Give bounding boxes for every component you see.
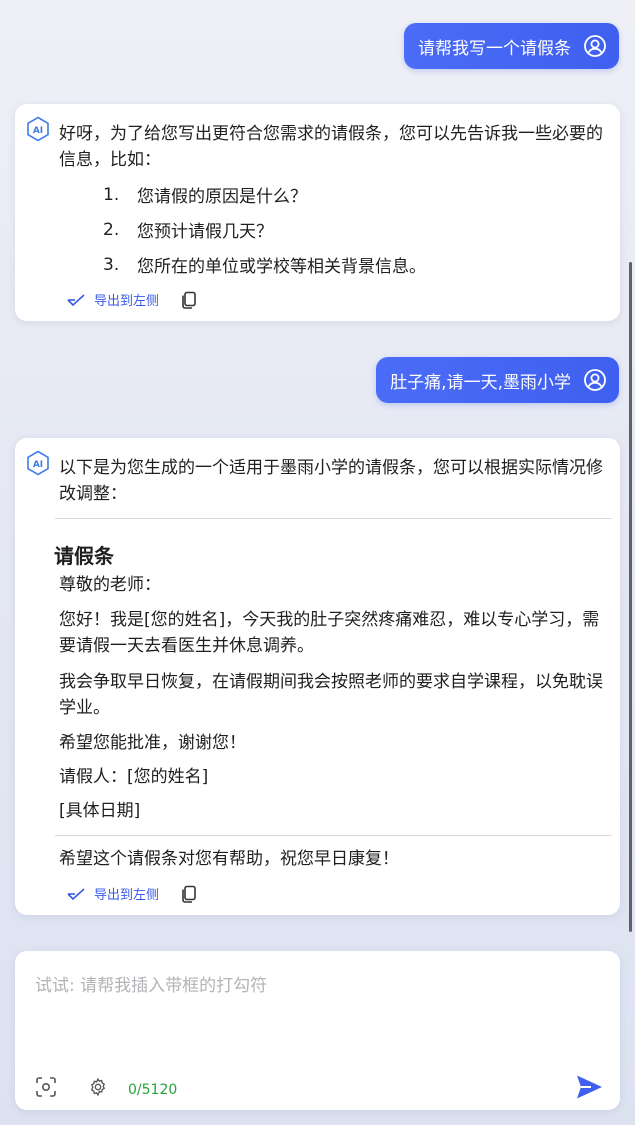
divider [55, 835, 612, 836]
char-count: 0/5120 [128, 1082, 178, 1098]
svg-text:AI: AI [33, 126, 43, 136]
gear-icon[interactable] [88, 1077, 108, 1097]
export-arrow-icon [67, 293, 85, 306]
copy-icon[interactable] [181, 885, 197, 903]
ai-hexagon-icon: AI [25, 450, 51, 476]
list-item: 3. 您所在的单位或学校等相关背景信息。 [103, 254, 426, 278]
screenshot-icon[interactable] [34, 1075, 58, 1099]
scrollbar[interactable] [629, 262, 632, 932]
user-message-text: 请帮我写一个请假条 [418, 38, 571, 59]
chat-input-box[interactable]: 试试: 请帮我插入带框的打勾符 0/5120 [15, 951, 620, 1110]
user-circle-icon [583, 34, 607, 58]
chat-input-placeholder[interactable]: 试试: 请帮我插入带框的打勾符 [35, 971, 267, 996]
letter-date: [具体日期] [59, 801, 141, 821]
assistant-message-2: AI 以下是为您生成的一个适用于墨雨小学的请假条，您可以根据实际情况修改调整： … [15, 438, 620, 915]
letter-title: 请假条 [54, 544, 114, 568]
export-to-left-button[interactable]: 导出到左侧 [66, 290, 159, 309]
list-item: 1. 您请假的原因是什么？ [103, 184, 307, 208]
message-actions: 导出到左侧 [66, 884, 197, 903]
user-message-text: 肚子痛,请一天,墨雨小学 [390, 372, 571, 393]
user-circle-icon [583, 368, 607, 392]
list-item: 2. 您预计请假几天？ [103, 219, 273, 243]
send-button[interactable] [574, 1073, 604, 1101]
ai-hexagon-icon: AI [25, 116, 51, 142]
letter-signer: 请假人：[您的姓名] [59, 767, 209, 787]
closing-text: 希望这个请假条对您有帮助，祝您早日康复！ [59, 849, 399, 869]
assistant-intro-text: 以下是为您生成的一个适用于墨雨小学的请假条，您可以根据实际情况修改调整： [59, 458, 603, 504]
user-message-1: 请帮我写一个请假条 [404, 23, 619, 69]
export-arrow-icon [67, 887, 85, 900]
letter-salutation: 尊敬的老师： [59, 575, 161, 595]
assistant-message-1: AI 好呀，为了给您写出更符合您需求的请假条，您可以先告诉我一些必要的信息，比如… [15, 104, 620, 321]
letter-paragraph-1: 您好！我是[您的姓名]，今天我的肚子突然疼痛难忍，难以专心学习，需要请假一天去看… [59, 610, 600, 656]
assistant-intro-text: 好呀，为了给您写出更符合您需求的请假条，您可以先告诉我一些必要的信息，比如： [59, 124, 603, 170]
copy-icon[interactable] [181, 291, 197, 309]
user-message-2: 肚子痛,请一天,墨雨小学 [376, 357, 619, 403]
export-to-left-button[interactable]: 导出到左侧 [66, 884, 159, 903]
divider [55, 518, 612, 519]
ordered-list: 1. 您请假的原因是什么？ 2. 您预计请假几天？ 3. 您所在的单位或学校等相… [103, 177, 426, 282]
send-icon [577, 1075, 602, 1099]
letter-paragraph-3: 希望您能批准，谢谢您！ [59, 733, 246, 753]
message-actions: 导出到左侧 [66, 290, 197, 309]
svg-text:AI: AI [33, 460, 43, 470]
letter-paragraph-2: 我会争取早日恢复，在请假期间我会按照老师的要求自学课程，以免耽误学业。 [59, 672, 603, 718]
